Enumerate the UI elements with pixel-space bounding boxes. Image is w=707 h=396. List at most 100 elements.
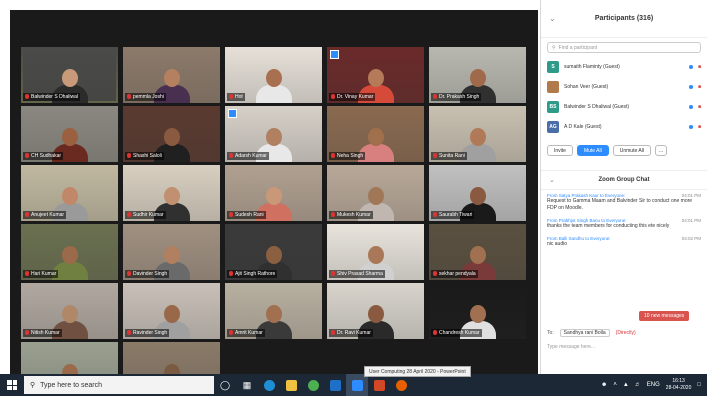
spotlight-pin-icon (228, 109, 237, 118)
video-tile[interactable]: Amrit Kumar (225, 283, 322, 339)
muted-mic-icon (331, 94, 335, 100)
participant-name: CH Sudhakar (31, 153, 62, 159)
start-button[interactable] (0, 374, 24, 396)
video-tile[interactable]: Sudesh Rani (225, 165, 322, 221)
participant-name: Sudesh Rani (235, 212, 264, 218)
video-tile[interactable]: Neha Singh (327, 106, 424, 162)
participant-name: Dr. Prakash Singh (439, 94, 480, 100)
video-name-label: Saurabh Tiwari (431, 211, 475, 219)
taskbar-search-box[interactable]: ⚲ Type here to search (24, 376, 214, 394)
participant-row-name: A D Kale (Guest) (564, 124, 602, 130)
search-icon: ⚲ (552, 44, 556, 51)
video-tile[interactable]: Saurabh Tiwari (429, 165, 526, 221)
participant-head (367, 69, 384, 87)
video-tile[interactable]: Hari Kumar (21, 224, 118, 280)
video-tile[interactable]: Shashi Saloli (123, 106, 220, 162)
participant-row-name: sumaith Flaminty (Guest) (564, 64, 620, 70)
video-tile[interactable]: Dr. Prakash Singh (429, 47, 526, 103)
task-view-icon[interactable]: ◯ (214, 374, 236, 396)
participant-row[interactable]: BS Balwinder S Dhaliwal (Guest) ■ (541, 97, 707, 117)
notifications-icon[interactable]: □ (697, 382, 701, 388)
participant-head (469, 69, 486, 87)
video-tile[interactable]: sekhar pendyala (429, 224, 526, 280)
video-tile[interactable]: Davinder Singh (123, 224, 220, 280)
video-tile[interactable]: pemmla Joshi (123, 47, 220, 103)
chat-time: 04:02 PM (681, 236, 701, 241)
taskbar-tooltip: User Computing 28 April 2020 - PowerPoin… (364, 366, 471, 377)
video-name-label: pemmla Joshi (125, 93, 166, 101)
video-tile[interactable]: Adarsh Kumar (225, 106, 322, 162)
video-name-label: Chandresh Kumar (431, 329, 482, 337)
grid-app-icon[interactable]: ▦ (236, 374, 258, 396)
video-name-label: Ajit Singh Rathore (227, 270, 278, 278)
participant-actions: Invite Mute All Unmute All ... (541, 137, 707, 160)
volume-icon[interactable]: ♬ (635, 382, 641, 388)
participant-name: Balwinder S Dhaliwal (31, 94, 78, 100)
participant-head (367, 246, 384, 264)
powerpoint-icon[interactable] (368, 374, 390, 396)
participant-name: Saurabh Tiwari (439, 212, 473, 218)
participant-row[interactable]: AG A D Kale (Guest) ■ (541, 117, 707, 137)
video-tile[interactable]: Sudhir Kumar (123, 165, 220, 221)
participant-row[interactable]: Ssumaith Flaminty (Guest) ■ (541, 57, 707, 77)
mute-all-button[interactable]: Mute All (576, 145, 609, 156)
video-tile[interactable]: Hot (225, 47, 322, 103)
participant-row[interactable]: Sohan Veer (Guest) ■ (541, 77, 707, 97)
video-tile[interactable]: Dr. Vinay Kumar (327, 47, 424, 103)
muted-mic-icon (127, 271, 131, 277)
video-tile[interactable]: Anujeet Kumar (21, 165, 118, 221)
video-tile[interactable]: Chandresh Kumar (429, 283, 526, 339)
clock[interactable]: 16:13 28-04-2020 (666, 378, 692, 392)
chat-message: From Prabhjot Singh Banu to Everyone: 04:… (541, 215, 707, 233)
zoom-app-icon[interactable] (346, 374, 368, 396)
outlook-icon[interactable] (324, 374, 346, 396)
chat-collapse-chevron-icon[interactable]: ⌄ (549, 176, 555, 184)
chrome-icon[interactable] (302, 374, 324, 396)
new-messages-badge[interactable]: 10 new messages (639, 311, 690, 321)
video-tile[interactable]: CH Sudhakar (21, 106, 118, 162)
participant-name: sekhar pendyala (439, 271, 476, 277)
participant-body (255, 85, 292, 103)
status-dot-icon (688, 105, 693, 109)
video-tile[interactable]: Balwinder S Dhaliwal (21, 47, 118, 103)
video-tile[interactable]: Sunita Rani (429, 106, 526, 162)
participant-head (265, 246, 282, 264)
video-tile[interactable]: Nitish Kumar (21, 283, 118, 339)
muted-mic-icon (331, 330, 335, 336)
chat-time: 04:01 PM (681, 218, 701, 223)
more-options-button[interactable]: ... (654, 145, 668, 156)
language-indicator[interactable]: ENG (647, 382, 660, 388)
participant-head (367, 187, 384, 205)
file-explorer-icon[interactable] (280, 374, 302, 396)
video-tile[interactable]: Mukesh Kumar (327, 165, 424, 221)
tray-chevron-icon[interactable]: ˄ (613, 382, 617, 388)
firefox-icon[interactable] (390, 374, 412, 396)
edge-browser-icon[interactable] (258, 374, 280, 396)
video-tile[interactable]: Dr. Ravi Kumar (327, 283, 424, 339)
invite-button[interactable]: Invite (547, 145, 573, 156)
recipient-select[interactable]: Sandhya rani Bolla (559, 329, 610, 337)
video-name-label: Dr. Ravi Kumar (329, 329, 373, 337)
participant-head (163, 305, 180, 323)
windows-logo-icon (7, 380, 17, 390)
muted-mic-icon (331, 271, 335, 277)
participant-name: Neha Singh (337, 153, 364, 159)
chat-input[interactable]: Type message here... (547, 344, 702, 358)
video-tile[interactable]: Ajit Singh Rathore (225, 224, 322, 280)
video-tile[interactable]: Ravinder Singh (123, 283, 220, 339)
participants-title: Participants (316) (594, 15, 654, 22)
participant-search-input[interactable]: ⚲ Find a participant (547, 42, 701, 53)
participant-head (61, 128, 78, 146)
participant-name: Sunita Rani (439, 153, 465, 159)
people-icon[interactable]: ☻ (601, 382, 607, 388)
network-icon[interactable]: ▲ (623, 382, 629, 388)
collapse-chevron-icon[interactable]: ⌄ (549, 14, 556, 23)
chat-message: From Satya Prakash Kaur to Everyone: 04:0… (541, 190, 707, 215)
system-tray: ☻ ˄ ▲ ♬ ENG 16:13 28-04-2020 □ (601, 378, 707, 392)
unmute-all-button[interactable]: Unmute All (612, 145, 651, 156)
video-name-label: Hot (227, 93, 245, 101)
participant-head (265, 187, 282, 205)
participant-name: Adarsh Kumar (235, 153, 267, 159)
video-tile[interactable]: Shiv Prasad Sharma (327, 224, 424, 280)
participant-head (61, 305, 78, 323)
